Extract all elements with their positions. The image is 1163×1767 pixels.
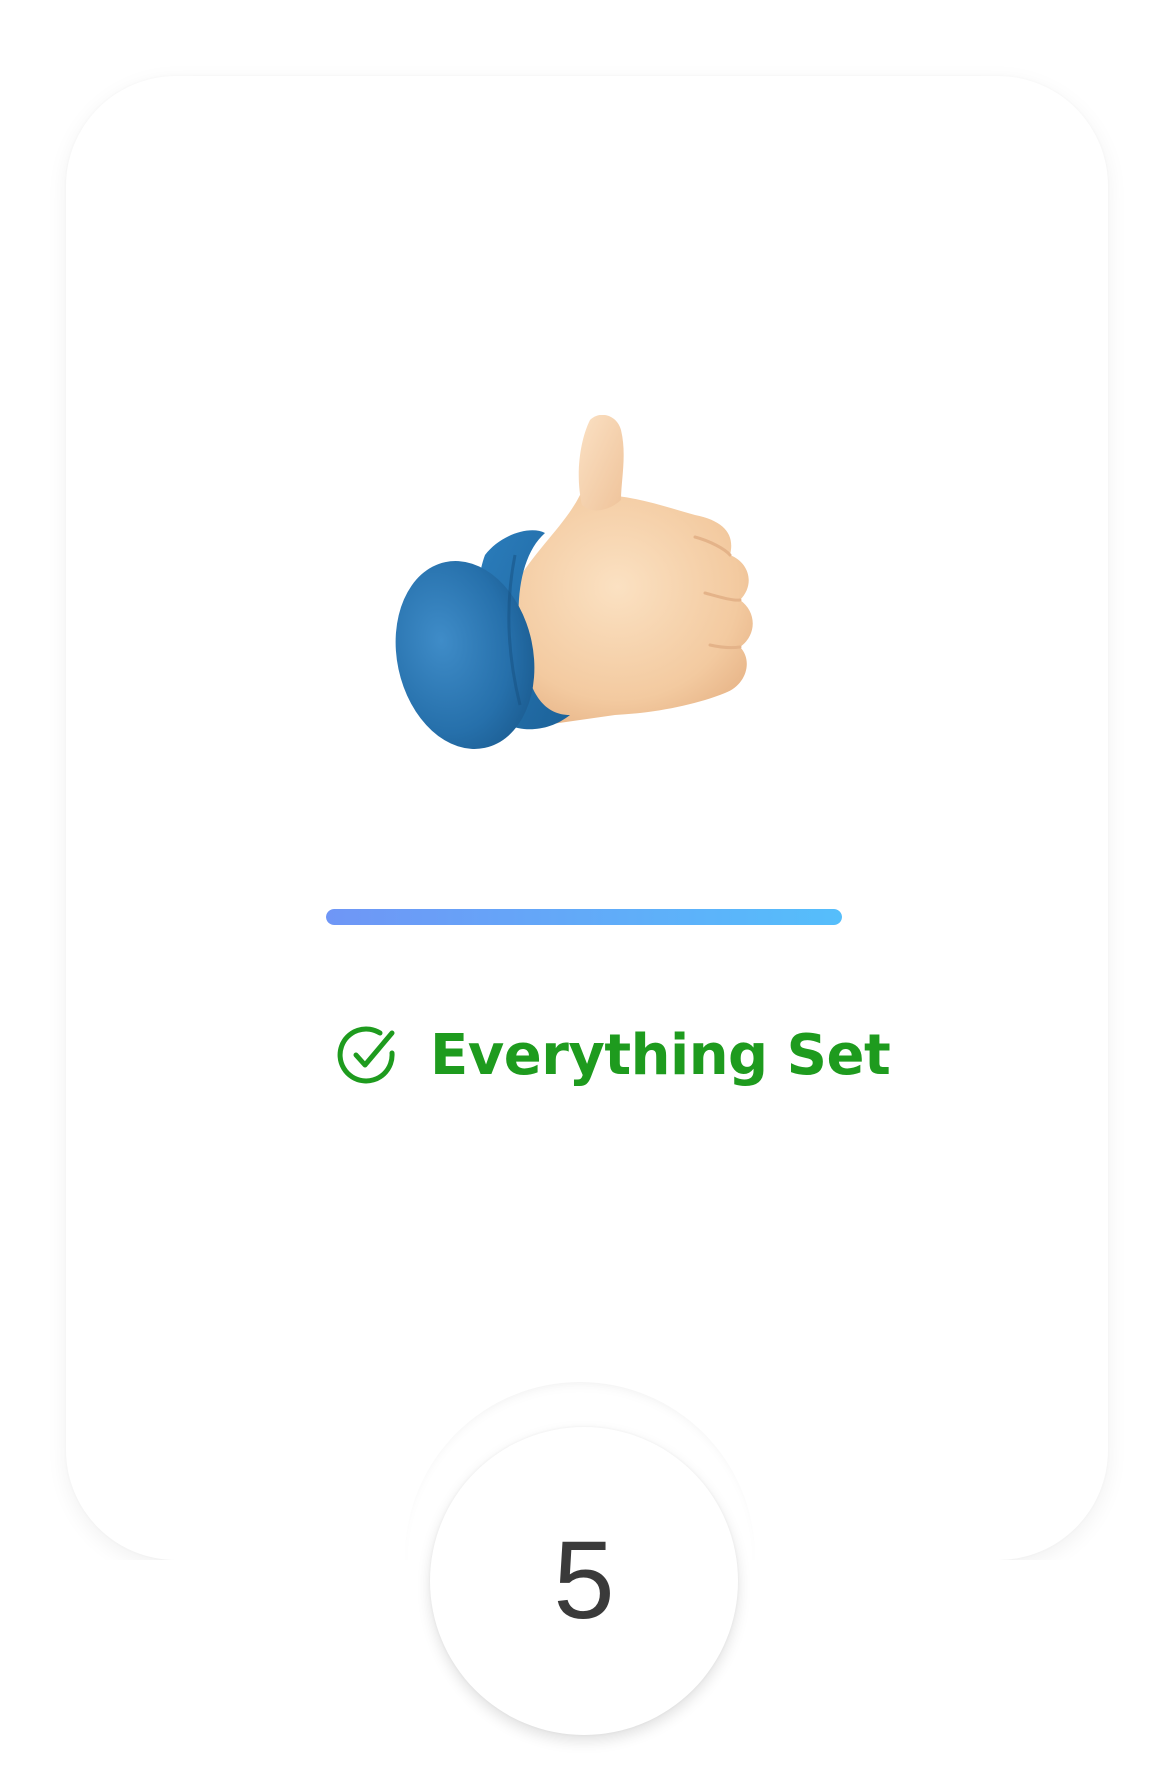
status-message: Everything Set <box>336 1020 891 1090</box>
setup-card <box>66 76 1108 1560</box>
progress-bar-fill <box>326 909 842 925</box>
progress-bar <box>326 909 842 925</box>
step-number: 5 <box>553 1519 615 1642</box>
check-circle-icon <box>337 1026 395 1084</box>
step-indicator: 5 <box>430 1427 738 1735</box>
thumbs-up-icon <box>395 415 753 749</box>
status-label: Everything Set <box>430 1022 891 1088</box>
